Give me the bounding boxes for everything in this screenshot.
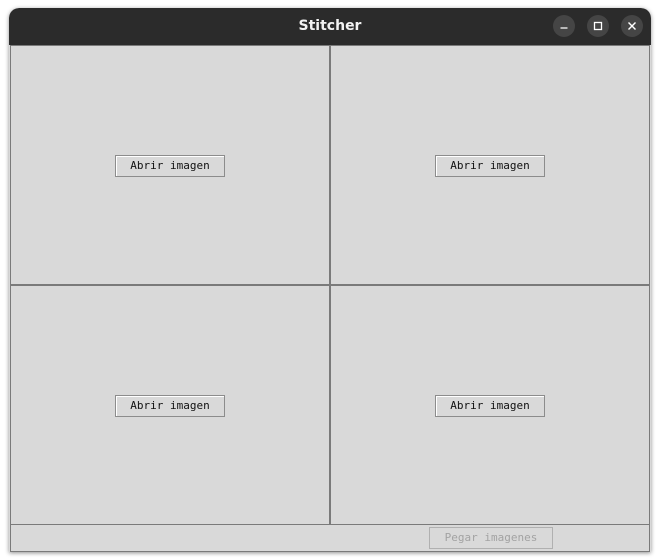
close-icon <box>628 22 636 30</box>
close-button[interactable] <box>621 15 643 37</box>
open-image-button[interactable]: Abrir imagen <box>115 395 225 417</box>
minimize-icon <box>560 27 568 29</box>
maximize-icon <box>593 21 603 31</box>
bottom-toolbar: Pegar imagenes <box>10 524 650 552</box>
open-image-button[interactable]: Abrir imagen <box>435 395 545 417</box>
image-pane-bottom-right: Abrir imagen <box>330 285 650 525</box>
open-image-button[interactable]: Abrir imagen <box>435 155 545 177</box>
image-pane-bottom-left: Abrir imagen <box>10 285 330 525</box>
image-pane-top-right: Abrir imagen <box>330 45 650 285</box>
image-pane-top-left: Abrir imagen <box>10 45 330 285</box>
paste-images-button[interactable]: Pegar imagenes <box>429 527 553 549</box>
content-area: Abrir imagen Abrir imagen Abrir imagen A… <box>9 45 651 552</box>
maximize-button[interactable] <box>587 15 609 37</box>
minimize-button[interactable] <box>553 15 575 37</box>
title-bar[interactable]: Stitcher <box>9 8 651 45</box>
app-window: Stitcher Abrir imagen Abrir imagen Abrir <box>9 8 651 552</box>
open-image-button[interactable]: Abrir imagen <box>115 155 225 177</box>
